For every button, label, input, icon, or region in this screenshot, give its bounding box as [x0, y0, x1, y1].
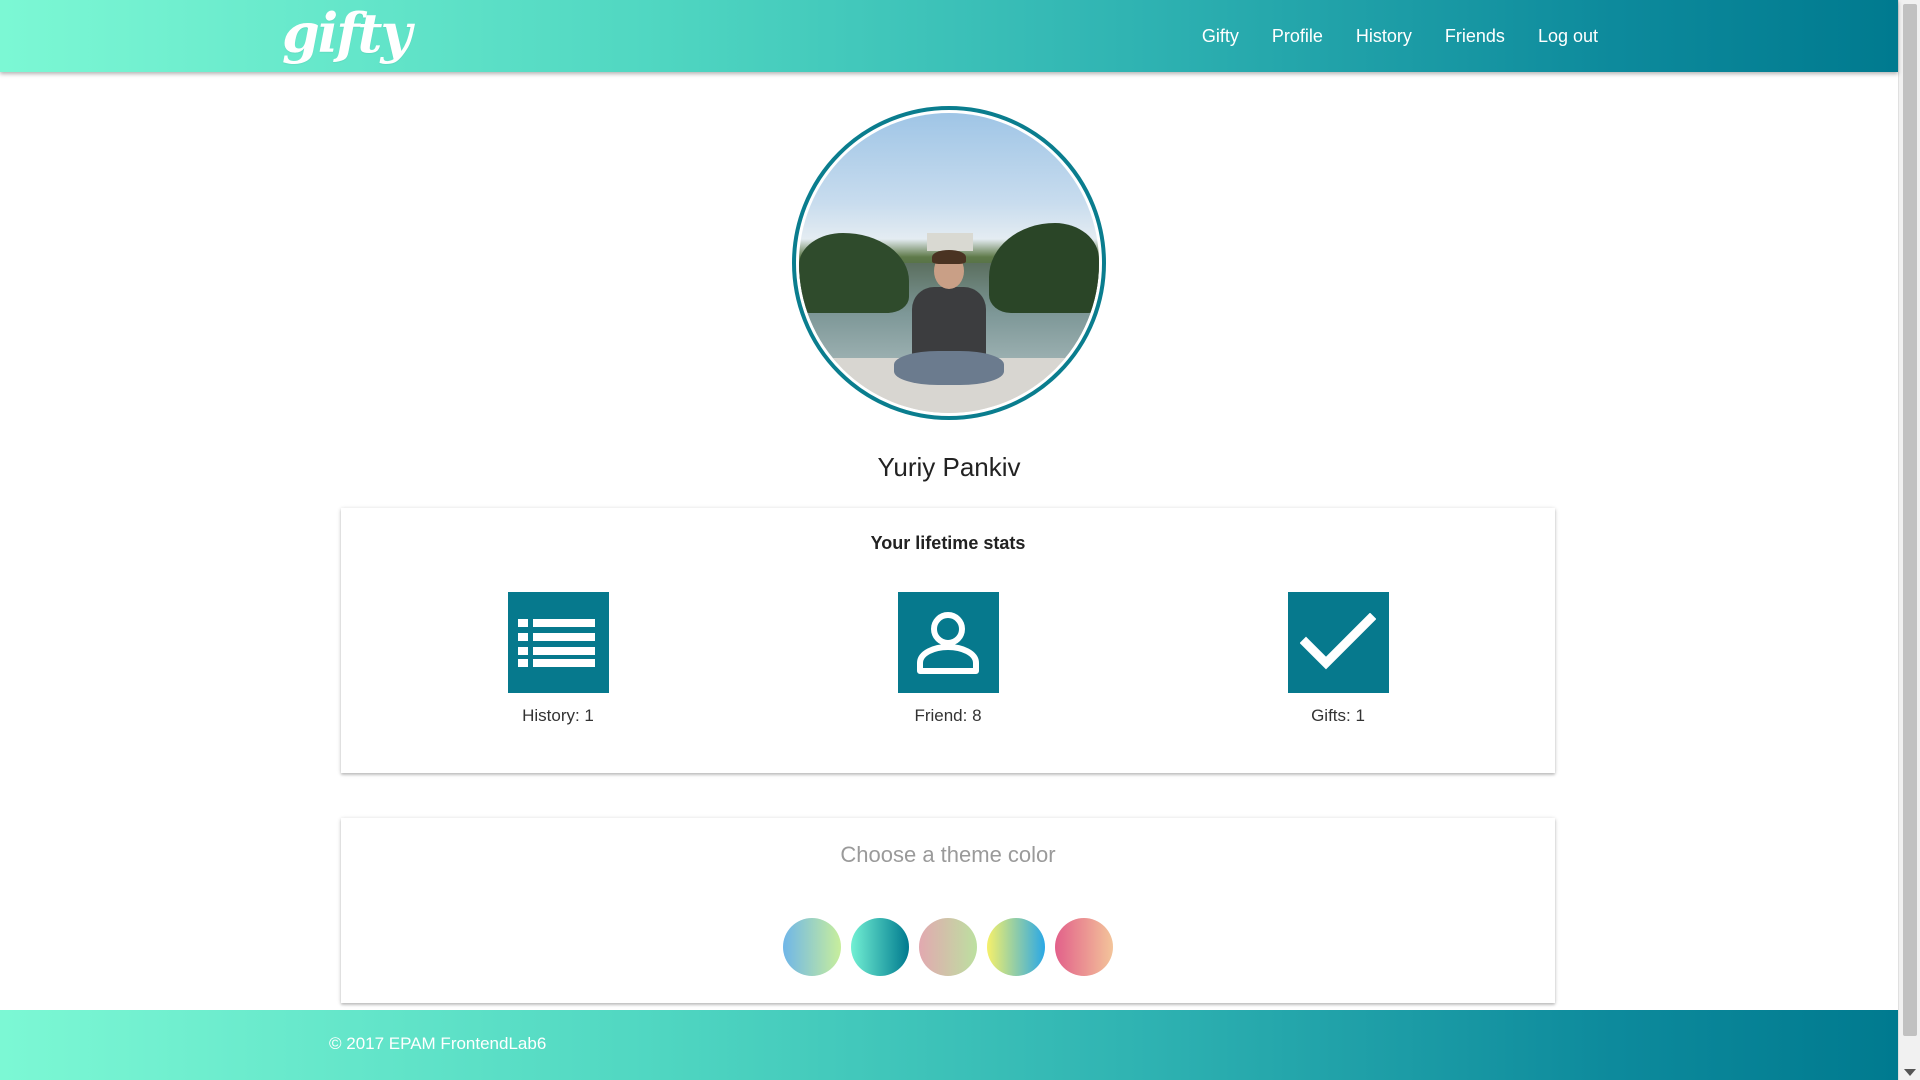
- checkmark-icon: [1287, 592, 1389, 693]
- top-navbar: gifty Gifty Profile History Friends Log …: [0, 0, 1898, 72]
- nav-link-profile[interactable]: Profile: [1272, 0, 1323, 72]
- footer: © 2017 EPAM FrontendLab6: [0, 1010, 1898, 1080]
- photo-person-legs: [894, 351, 1004, 385]
- nav-link-friends[interactable]: Friends: [1445, 0, 1505, 72]
- photo-person-hair: [932, 250, 966, 264]
- page-scrollbar[interactable]: [1898, 0, 1920, 1080]
- list-icon: [507, 592, 609, 693]
- photo-person-body: [912, 287, 986, 361]
- theme-swatch-yellow-blue[interactable]: [987, 918, 1045, 976]
- photo-trees-right: [989, 223, 1099, 313]
- stat-gifts: Gifts: 1: [1268, 592, 1408, 726]
- scroll-down-arrow-icon[interactable]: [1904, 1069, 1916, 1076]
- nav-link-gifty[interactable]: Gifty: [1202, 0, 1239, 72]
- main-nav: Gifty Profile History Friends Log out: [1169, 0, 1598, 72]
- stat-friends: Friend: 8: [878, 592, 1018, 726]
- person-icon: [897, 592, 999, 693]
- stat-history-label: History: 1: [522, 706, 594, 725]
- lifetime-stats-card: Your lifetime stats History: 1 Friend: 8…: [341, 508, 1555, 773]
- stat-gifts-label: Gifts: 1: [1311, 706, 1365, 725]
- avatar-photo: [799, 113, 1099, 413]
- scrollbar-thumb[interactable]: [1903, 4, 1917, 1036]
- theme-swatch-rose-green[interactable]: [919, 918, 977, 976]
- nav-link-history[interactable]: History: [1356, 0, 1412, 72]
- profile-avatar: [792, 106, 1106, 420]
- photo-memorial: [927, 233, 973, 251]
- theme-swatch-blue-green[interactable]: [783, 918, 841, 976]
- stat-history: History: 1: [488, 592, 628, 726]
- theme-swatch-pink-peach[interactable]: [1055, 918, 1113, 976]
- theme-title: Choose a theme color: [840, 842, 1056, 867]
- gifty-logo[interactable]: gifty: [282, 2, 412, 64]
- stats-title: Your lifetime stats: [870, 533, 1026, 553]
- theme-swatch-teal[interactable]: [851, 918, 909, 976]
- footer-copyright: © 2017 EPAM FrontendLab6: [329, 1034, 547, 1053]
- profile-name: Yuriy Pankiv: [877, 452, 1021, 482]
- theme-swatches: [341, 918, 1555, 976]
- stat-friends-label: Friend: 8: [914, 706, 982, 725]
- nav-link-logout[interactable]: Log out: [1538, 0, 1598, 72]
- profile-page: gifty Gifty Profile History Friends Log …: [0, 0, 1920, 1080]
- photo-trees-left: [799, 233, 909, 313]
- theme-color-card: Choose a theme color: [341, 818, 1555, 1003]
